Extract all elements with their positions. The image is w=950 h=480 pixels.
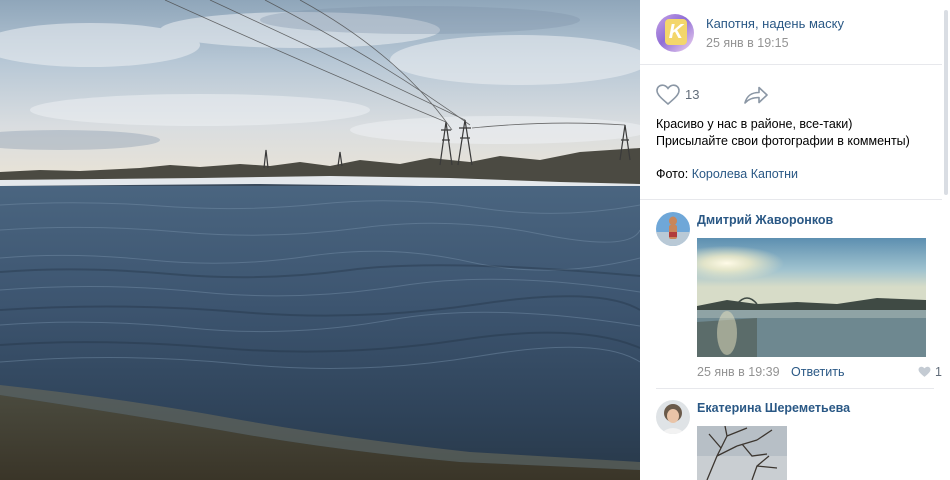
comment-author[interactable]: Екатерина Шереметьева bbox=[697, 401, 850, 415]
heart-icon[interactable] bbox=[656, 84, 680, 106]
share-arrow-icon[interactable] bbox=[743, 84, 769, 106]
post-actions: 13 bbox=[656, 84, 934, 108]
comment-item: Екатерина Шереметьева bbox=[656, 400, 934, 480]
comment-item: Дмитрий Жаворонков 25 янв в 19:39 Ответи… bbox=[656, 212, 942, 382]
post-divider bbox=[640, 199, 942, 200]
group-avatar[interactable]: K bbox=[656, 14, 694, 52]
post-text: Красиво у нас в районе, все-таки) Присыл… bbox=[656, 116, 936, 150]
comment-photo[interactable] bbox=[697, 425, 787, 480]
post-header: K Капотня, надень маску 25 янв в 19:15 bbox=[656, 14, 934, 54]
comment-author[interactable]: Дмитрий Жаворонков bbox=[697, 213, 833, 227]
group-logo-letter: K bbox=[665, 19, 687, 45]
post-date[interactable]: 25 янв в 19:15 bbox=[706, 36, 789, 50]
comment-like-button[interactable]: 1 bbox=[918, 365, 942, 379]
small-heart-icon bbox=[918, 366, 931, 377]
commenter-avatar[interactable] bbox=[656, 400, 690, 434]
post-photo[interactable] bbox=[0, 0, 640, 480]
comment-photo-image bbox=[697, 238, 926, 357]
header-divider bbox=[640, 64, 942, 65]
photo-credit-label: Фото: bbox=[656, 167, 689, 181]
comment-meta: 25 янв в 19:39 Ответить bbox=[697, 365, 844, 379]
post-panel: K Капотня, надень маску 25 янв в 19:15 1… bbox=[640, 0, 950, 480]
commenter-avatar-image bbox=[656, 400, 690, 434]
commenter-avatar[interactable] bbox=[656, 212, 690, 246]
photo-credit: Фото: Королева Капотни bbox=[656, 167, 798, 181]
comment-like-count: 1 bbox=[935, 365, 942, 379]
comment-photo[interactable] bbox=[697, 238, 926, 362]
photo-author-link[interactable]: Королева Капотни bbox=[692, 167, 798, 181]
post-text-line-1: Красиво у нас в районе, все-таки) bbox=[656, 117, 853, 131]
river-landscape-image bbox=[0, 0, 640, 480]
scrollbar[interactable] bbox=[942, 0, 950, 200]
scrollbar-thumb[interactable] bbox=[944, 10, 948, 195]
post-text-line-2: Присылайте свои фотографии в комменты) bbox=[656, 134, 910, 148]
post-like-count: 13 bbox=[685, 87, 700, 102]
comment-divider bbox=[656, 388, 934, 389]
commenter-avatar-image bbox=[656, 212, 690, 246]
group-name-link[interactable]: Капотня, надень маску bbox=[706, 16, 844, 31]
comment-date[interactable]: 25 янв в 19:39 bbox=[697, 365, 780, 379]
reply-button[interactable]: Ответить bbox=[791, 365, 844, 379]
comment-photo-image bbox=[697, 425, 787, 480]
